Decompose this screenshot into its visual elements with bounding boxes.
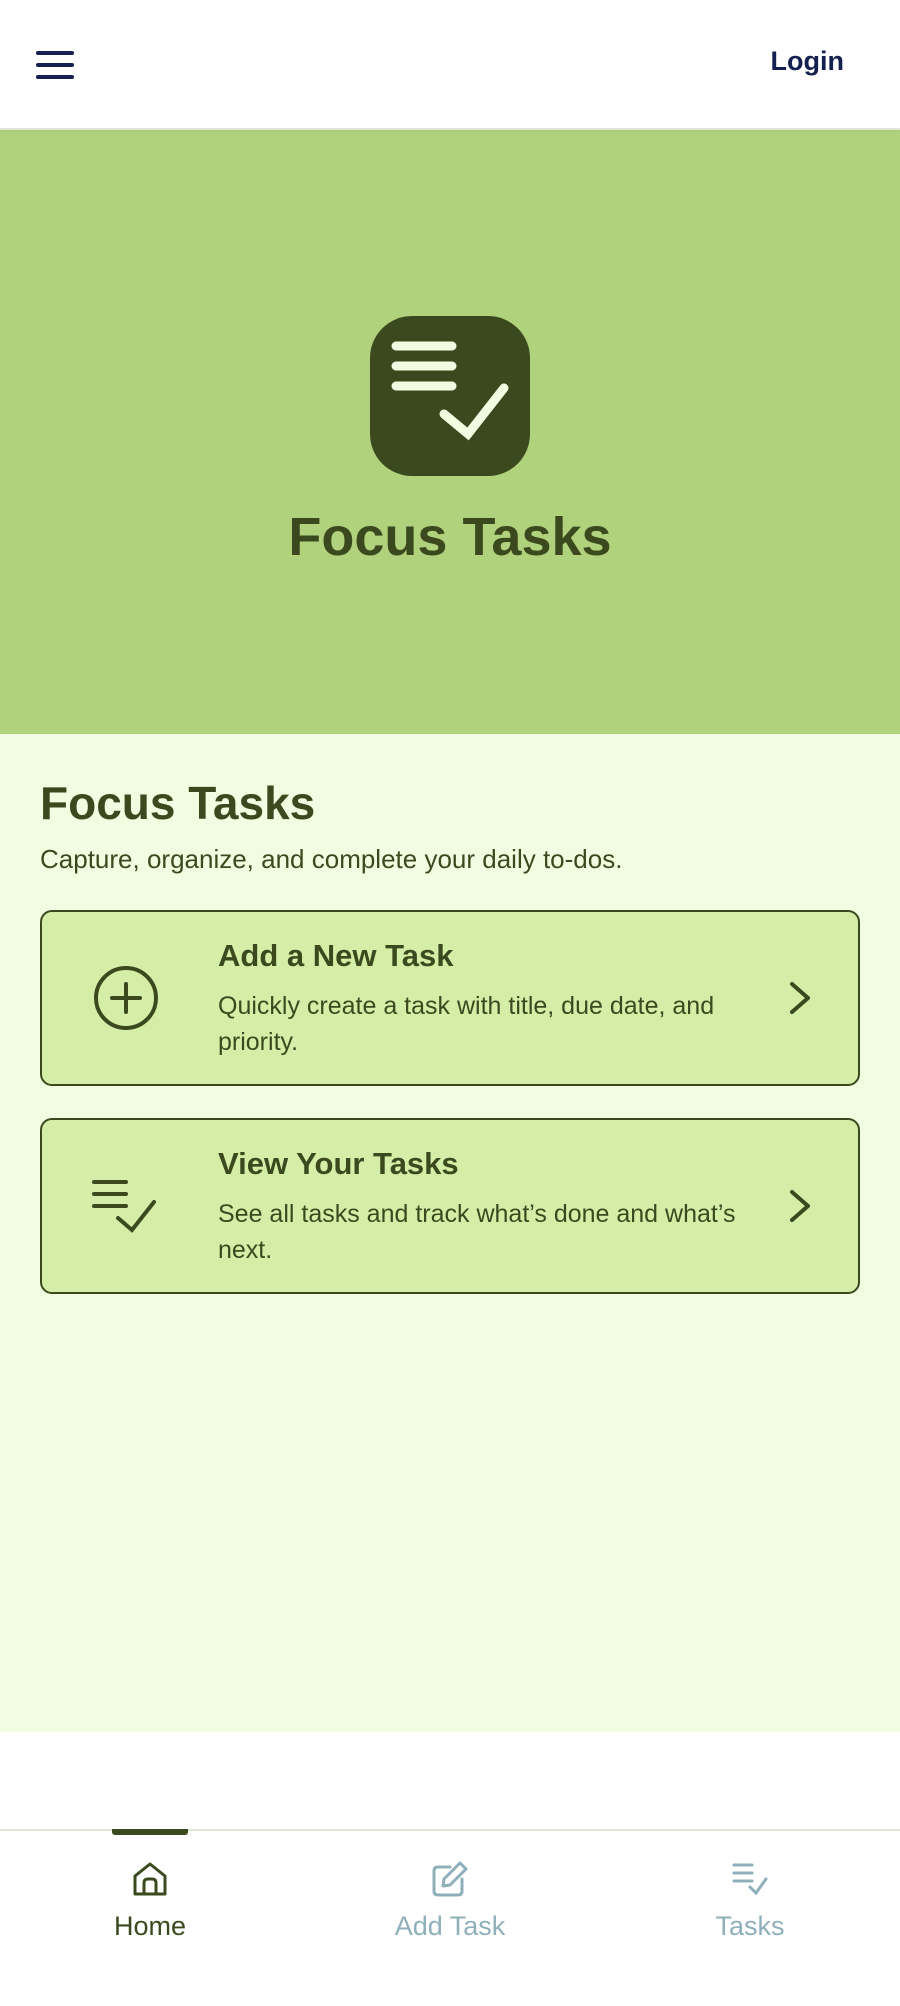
menu-line — [36, 51, 74, 55]
plus-circle-icon — [90, 962, 162, 1034]
nav-add-task[interactable]: Add Task — [300, 1831, 600, 2006]
page-subtitle: Capture, organize, and complete your dai… — [40, 844, 623, 874]
checklist-icon — [90, 1170, 162, 1242]
page-title: Focus Tasks — [40, 777, 316, 829]
hero-banner: Focus Tasks — [0, 130, 900, 734]
checklist-icon — [370, 316, 530, 476]
login-link[interactable]: Login — [771, 46, 844, 77]
hamburger-menu-icon[interactable] — [36, 48, 76, 82]
card-description: Quickly create a task with title, due da… — [218, 992, 715, 1056]
edit-icon — [430, 1859, 470, 1899]
checklist-icon — [730, 1859, 770, 1899]
card-title: Add a New Task — [218, 938, 454, 973]
hero-title: Focus Tasks — [288, 507, 612, 567]
chevron-right-icon — [784, 978, 814, 1018]
nav-home[interactable]: Home — [0, 1829, 300, 2006]
card-description: See all tasks and track what’s done and … — [218, 1200, 736, 1264]
card-title: View Your Tasks — [218, 1146, 459, 1181]
nav-tasks[interactable]: Tasks — [600, 1831, 900, 2006]
active-tab-indicator — [112, 1829, 188, 1835]
add-task-card[interactable]: Add a New Task Quickly create a task wit… — [40, 910, 860, 1086]
nav-label: Add Task — [394, 1911, 506, 1941]
menu-line — [36, 75, 74, 79]
nav-label: Home — [113, 1911, 187, 1941]
nav-label: Tasks — [715, 1911, 785, 1941]
top-app-bar: Login — [0, 0, 900, 130]
home-icon — [130, 1859, 170, 1899]
bottom-navigation: Home Add Task Tasks — [0, 1829, 900, 2006]
view-tasks-card[interactable]: View Your Tasks See all tasks and track … — [40, 1118, 860, 1294]
main-content: Focus Tasks Capture, organize, and compl… — [0, 734, 900, 1732]
chevron-right-icon — [784, 1186, 814, 1226]
menu-line — [36, 63, 74, 67]
